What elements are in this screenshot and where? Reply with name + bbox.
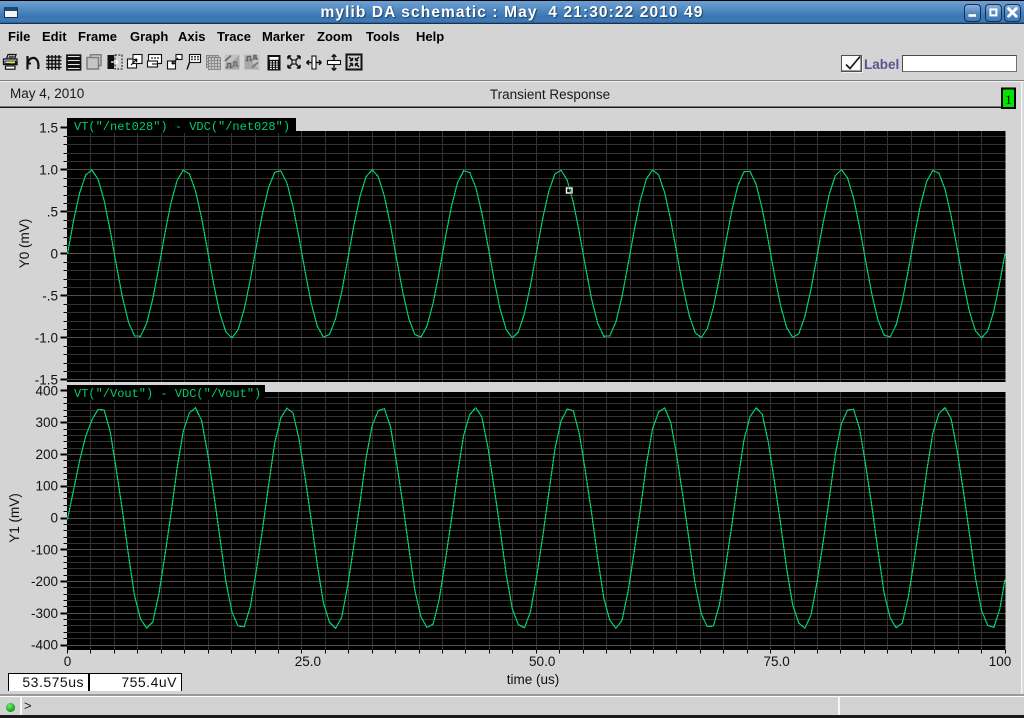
- svg-text:-100: -100: [31, 542, 58, 557]
- svg-text:25.0: 25.0: [295, 654, 321, 669]
- svg-text:0: 0: [50, 246, 58, 261]
- svg-text:-200: -200: [31, 574, 58, 589]
- svg-text:VT("/Vout") - VDC("/Vout"): VT("/Vout") - VDC("/Vout"): [74, 387, 261, 401]
- svg-text:300: 300: [35, 415, 58, 430]
- svg-text:time (us): time (us): [507, 672, 560, 687]
- svg-text:200: 200: [35, 447, 58, 462]
- svg-text:VT("/net028") - VDC("/net028"): VT("/net028") - VDC("/net028"): [74, 120, 290, 134]
- svg-text:-300: -300: [31, 606, 58, 621]
- svg-text:100: 100: [989, 654, 1012, 669]
- svg-text:1.0: 1.0: [39, 162, 58, 177]
- svg-text:Y0 (mV): Y0 (mV): [17, 219, 32, 269]
- svg-text:May 4, 2010: May 4, 2010: [10, 86, 84, 101]
- svg-text:1.5: 1.5: [39, 120, 58, 135]
- svg-text:-.5: -.5: [42, 288, 58, 303]
- svg-text:-400: -400: [31, 638, 58, 653]
- svg-text:Transient Response: Transient Response: [490, 87, 610, 102]
- svg-text:400: 400: [35, 384, 58, 399]
- svg-text:0: 0: [64, 654, 72, 669]
- svg-text:1: 1: [1005, 92, 1012, 107]
- svg-text:75.0: 75.0: [763, 654, 789, 669]
- svg-text:.5: .5: [47, 204, 58, 219]
- svg-text:-1.0: -1.0: [35, 330, 58, 345]
- svg-text:50.0: 50.0: [529, 654, 555, 669]
- svg-text:0: 0: [50, 511, 58, 526]
- svg-text:100: 100: [35, 479, 58, 494]
- svg-text:Y1 (mV): Y1 (mV): [7, 493, 22, 543]
